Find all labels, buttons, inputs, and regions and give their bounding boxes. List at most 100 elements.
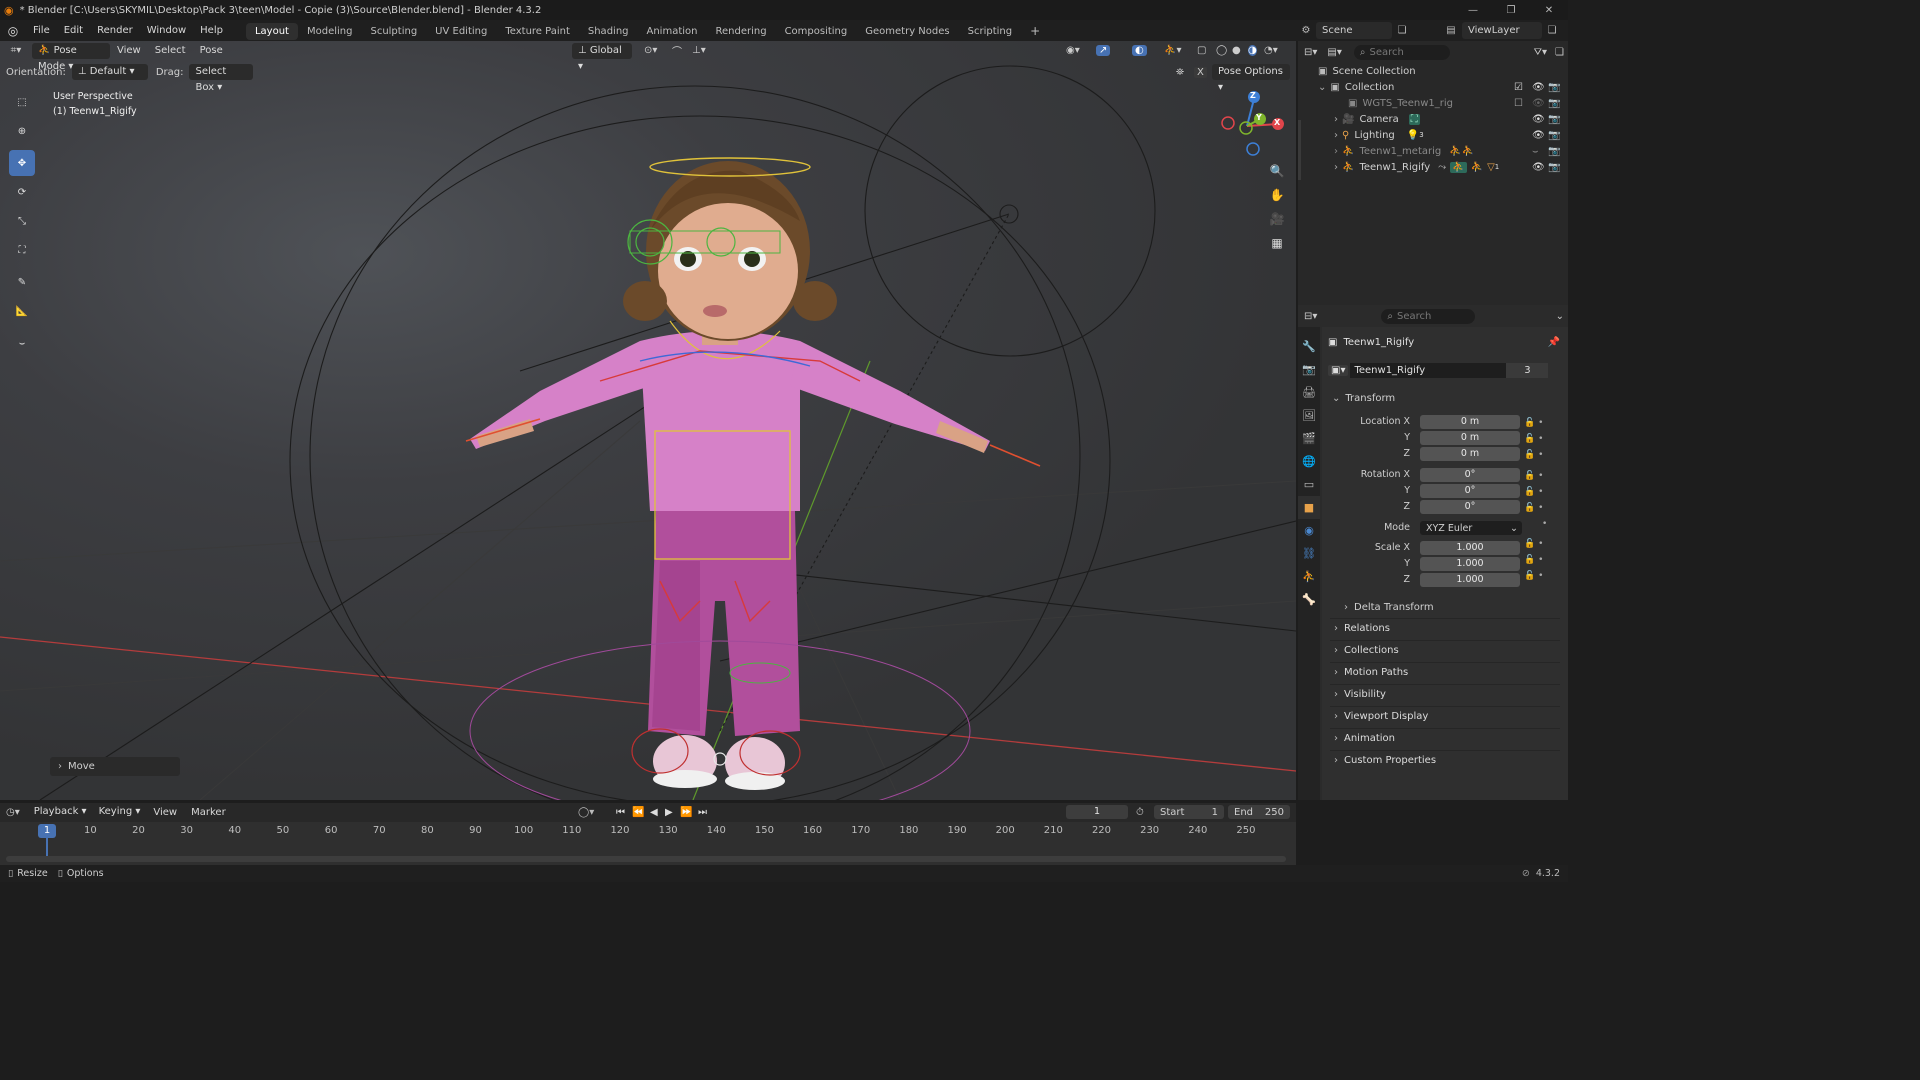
lock-icon[interactable]: 🔓 •: [1524, 468, 1554, 484]
timeline-scrollbar[interactable]: [6, 856, 1286, 862]
physics-tab-icon[interactable]: ◉: [1298, 519, 1320, 542]
rotation-mode-dropdown[interactable]: XYZ Euler ⌄: [1420, 521, 1522, 535]
tool-tab-icon[interactable]: 🔧: [1298, 335, 1320, 358]
display-mode-icon[interactable]: ▤▾: [1327, 47, 1341, 58]
render-camera-icon[interactable]: 📷: [1548, 98, 1560, 109]
zoom-icon[interactable]: 🔍: [1266, 159, 1288, 183]
pin-icon[interactable]: 📌: [1548, 337, 1560, 348]
move-tool[interactable]: ✥: [9, 150, 35, 176]
chevron-right-icon[interactable]: ›: [1334, 162, 1338, 173]
constraints-tab-icon[interactable]: ⛓: [1298, 542, 1320, 565]
eye-icon[interactable]: 👁: [1532, 130, 1545, 141]
chevron-down-icon[interactable]: ⌄: [1318, 82, 1326, 93]
eye-icon[interactable]: 👁: [1532, 98, 1545, 109]
ortho-toggle-icon[interactable]: ▦: [1266, 231, 1288, 255]
collection-tab-icon[interactable]: ▭: [1298, 473, 1320, 496]
world-tab-icon[interactable]: 🌐: [1298, 450, 1320, 473]
tab-compositing[interactable]: Compositing: [776, 23, 857, 40]
3d-viewport[interactable]: Z X Y ⌗▾ ⛹ Pose Mode ▾ View Select Pose …: [0, 41, 1296, 800]
bone-snap-icon[interactable]: ⛯: [1176, 67, 1184, 78]
menu-help[interactable]: Help: [193, 20, 230, 41]
outliner-row-wgts[interactable]: ▣ WGTS_Teenw1_rig ☐ 👁 📷: [1298, 95, 1568, 111]
outliner-editor-icon[interactable]: ⊟▾: [1304, 47, 1317, 58]
object-tab-icon[interactable]: ■: [1298, 496, 1320, 519]
drag-dropdown[interactable]: Select Box ▾: [189, 64, 254, 93]
tab-animation[interactable]: Animation: [638, 23, 707, 40]
chevron-right-icon[interactable]: ›: [1334, 114, 1338, 125]
location-z-field[interactable]: 0 m: [1420, 447, 1520, 461]
x-mirror-toggle[interactable]: X: [1194, 66, 1207, 78]
pose-options-dropdown[interactable]: Pose Options ▾: [1212, 64, 1290, 93]
tab-uv-editing[interactable]: UV Editing: [426, 23, 496, 40]
view-layer-tab-icon[interactable]: 🖼: [1298, 404, 1320, 427]
transform-orientation-dropdown[interactable]: ⊥ Global ▾: [572, 42, 632, 72]
proportional-icon[interactable]: ⊥▾: [692, 45, 706, 56]
outliner-row-camera[interactable]: › 🎥 Camera ⛶ 👁 📷: [1298, 111, 1568, 127]
menu-file[interactable]: File: [26, 20, 57, 41]
tab-rendering[interactable]: Rendering: [706, 23, 775, 40]
wireframe-shading-icon[interactable]: ◯: [1216, 45, 1227, 56]
menu-edit[interactable]: Edit: [57, 20, 90, 41]
menu-pose[interactable]: Pose: [193, 41, 230, 61]
add-workspace-button[interactable]: +: [1021, 23, 1049, 40]
outliner-row-rigify[interactable]: › ⛹ Teenw1_Rigify ⤳ ⛹ ⛹ ▽ 1 👁 📷: [1298, 159, 1568, 175]
user-count-field[interactable]: 3: [1506, 363, 1549, 378]
menu-select[interactable]: Select: [148, 41, 193, 61]
last-operator-panel[interactable]: › Move: [50, 757, 180, 776]
render-camera-icon[interactable]: 📷: [1548, 146, 1560, 157]
panel-motion-paths[interactable]: › Motion Paths: [1330, 662, 1560, 682]
lock-icon[interactable]: 🔓 •: [1524, 568, 1554, 584]
panel-custom-properties[interactable]: › Custom Properties: [1330, 750, 1560, 770]
render-shading-icon[interactable]: ◔▾: [1264, 45, 1278, 56]
lock-icon[interactable]: 🔓 •: [1524, 431, 1554, 447]
panel-visibility[interactable]: › Visibility: [1330, 684, 1560, 704]
tab-scripting[interactable]: Scripting: [959, 23, 1021, 40]
rotation-z-field[interactable]: 0°: [1420, 500, 1520, 514]
menu-render[interactable]: Render: [90, 20, 140, 41]
render-camera-icon[interactable]: 📷: [1548, 130, 1560, 141]
eye-closed-icon[interactable]: ⌣: [1532, 146, 1539, 157]
location-x-field[interactable]: 0 m: [1420, 415, 1520, 429]
pan-icon[interactable]: ✋: [1266, 183, 1288, 207]
outliner-row-scene-collection[interactable]: ▣ Scene Collection: [1298, 63, 1568, 79]
new-viewlayer-icon[interactable]: ❏: [1542, 25, 1562, 36]
scene-selector[interactable]: ⚙ Scene ❏: [1296, 22, 1412, 39]
include-checkbox[interactable]: ☑: [1514, 82, 1523, 93]
xray-icon[interactable]: ▢: [1197, 45, 1206, 56]
object-name-field[interactable]: Teenw1_Rigify: [1350, 363, 1507, 378]
mode-dropdown[interactable]: ⛹ Pose Mode ▾: [32, 42, 110, 72]
rotation-y-field[interactable]: 0°: [1420, 484, 1520, 498]
render-camera-icon[interactable]: 📷: [1548, 82, 1560, 93]
gizmo-toggle-icon[interactable]: ↗: [1096, 45, 1111, 56]
render-tab-icon[interactable]: 📷: [1298, 358, 1320, 381]
lock-icon[interactable]: 🔓 •: [1524, 484, 1554, 500]
panel-collections[interactable]: › Collections: [1330, 640, 1560, 660]
scale-z-field[interactable]: 1.000: [1420, 573, 1520, 587]
new-collection-icon[interactable]: ❏: [1555, 47, 1564, 58]
minimize-button[interactable]: —: [1454, 5, 1492, 16]
relax-pose-tool[interactable]: ⌣: [9, 330, 35, 356]
measure-tool[interactable]: 📐: [9, 298, 35, 324]
lock-icon[interactable]: 🔓 •: [1524, 415, 1554, 431]
pivot-icon[interactable]: ⊙▾: [644, 45, 657, 56]
chevron-right-icon[interactable]: ›: [1334, 130, 1338, 141]
camera-view-icon[interactable]: 🎥: [1266, 207, 1288, 231]
lock-icon[interactable]: 🔓 •: [1524, 447, 1554, 463]
render-camera-icon[interactable]: 📷: [1548, 114, 1560, 125]
tab-texture-paint[interactable]: Texture Paint: [496, 23, 579, 40]
snap-icon[interactable]: ⌒: [672, 43, 682, 58]
include-checkbox[interactable]: ☐: [1514, 98, 1523, 109]
armature-data-tab-icon[interactable]: ⛹: [1298, 565, 1320, 588]
eye-icon[interactable]: 👁: [1532, 114, 1545, 125]
properties-search-input[interactable]: ⌕ Search: [1381, 308, 1476, 324]
new-scene-icon[interactable]: ❏: [1392, 25, 1412, 36]
rotate-tool[interactable]: ⟳: [9, 179, 35, 205]
bone-overlay-icon[interactable]: ⛹▾: [1164, 45, 1181, 56]
lock-icon[interactable]: 🔓 •: [1524, 536, 1554, 552]
scene-tab-icon[interactable]: 🎬: [1298, 427, 1320, 450]
outliner-row-lighting[interactable]: › ⚲ Lighting 💡 3 👁 📷: [1298, 127, 1568, 143]
panel-viewport-display[interactable]: › Viewport Display: [1330, 706, 1560, 726]
lock-icon[interactable]: 🔓 •: [1524, 552, 1554, 568]
material-shading-icon[interactable]: ◑: [1248, 45, 1257, 56]
eye-icon[interactable]: 👁: [1532, 82, 1545, 93]
